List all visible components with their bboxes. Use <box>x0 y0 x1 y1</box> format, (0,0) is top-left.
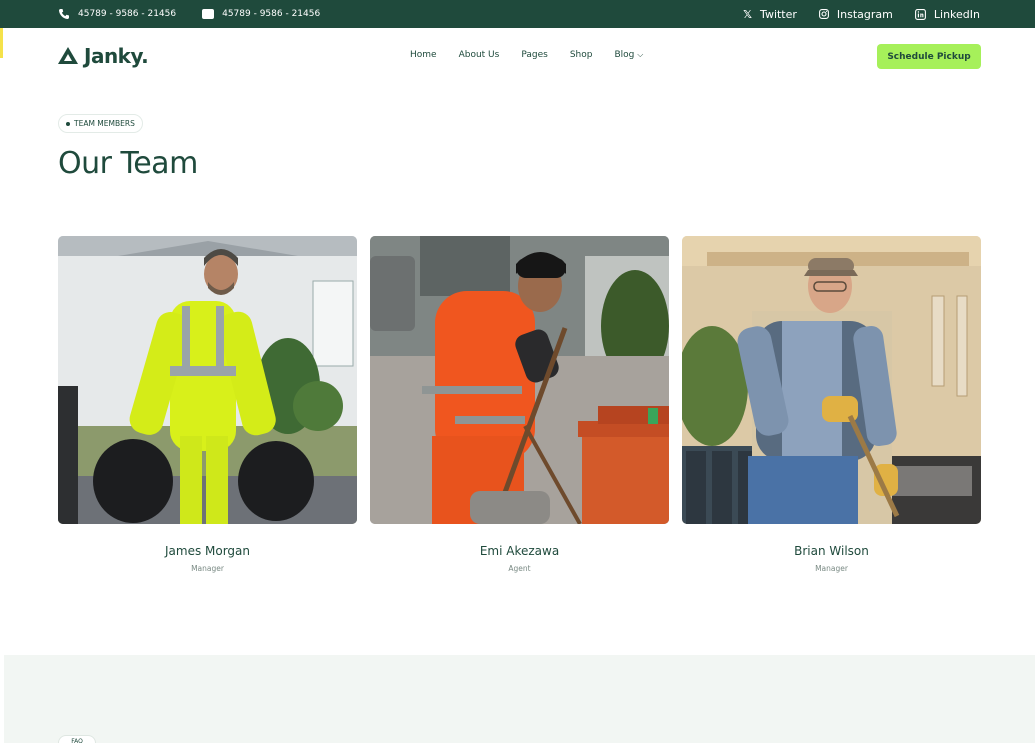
next-section-band <box>4 655 1035 743</box>
phone-contact[interactable]: 45789 - 9586 - 21456 <box>58 8 176 20</box>
badge-dot-icon <box>66 121 70 126</box>
nav-home[interactable]: Home <box>410 50 437 60</box>
logo[interactable]: Janky. <box>58 44 149 68</box>
message-icon <box>202 9 215 19</box>
logo-text: Janky. <box>84 44 149 68</box>
x-icon: 𝕏 <box>743 7 753 21</box>
team-photo <box>58 236 357 524</box>
member-name: James Morgan <box>164 544 251 558</box>
nav-shop[interactable]: Shop <box>570 50 593 60</box>
message-number: 45789 - 9586 - 21456 <box>222 9 321 19</box>
next-section-badge: FAQ <box>58 735 96 743</box>
member-role: Agent <box>508 564 531 573</box>
message-contact[interactable]: 45789 - 9586 - 21456 <box>202 9 320 19</box>
badge-label: TEAM MEMBERS <box>74 119 135 128</box>
page-title: Our Team <box>58 146 198 181</box>
chevron-down-icon: ⌵ <box>637 50 644 59</box>
nav-blog[interactable]: Blog ⌵ <box>614 50 643 60</box>
schedule-pickup-button[interactable]: Schedule Pickup <box>877 44 981 69</box>
team-card[interactable]: James Morgan Manager <box>58 236 357 573</box>
instagram-link[interactable]: Instagram <box>818 7 893 21</box>
twitter-label: Twitter <box>760 7 797 21</box>
phone-icon <box>59 9 69 19</box>
section-badge: TEAM MEMBERS <box>58 114 143 133</box>
member-role: Manager <box>815 564 848 573</box>
team-card[interactable]: Emi Akezawa Agent <box>370 236 669 573</box>
instagram-label: Instagram <box>836 7 893 21</box>
team-photo <box>370 236 669 524</box>
team-card[interactable]: Brian Wilson Manager <box>682 236 981 573</box>
logo-icon <box>58 47 78 64</box>
member-role: Manager <box>191 564 224 573</box>
site-header: Janky. Home About Us Pages Shop Blog ⌵ S… <box>0 28 1035 86</box>
nav-about-us[interactable]: About Us <box>459 50 500 60</box>
member-name: Brian Wilson <box>794 544 869 558</box>
top-bar: 45789 - 9586 - 21456 45789 - 9586 - 2145… <box>0 0 1035 28</box>
linkedin-label: LinkedIn <box>933 7 980 21</box>
nav-blog-label: Blog <box>614 50 635 60</box>
linkedin-icon <box>914 8 926 20</box>
phone-number: 45789 - 9586 - 21456 <box>78 9 177 19</box>
linkedin-link[interactable]: LinkedIn <box>914 7 980 21</box>
twitter-link[interactable]: 𝕏 Twitter <box>743 8 797 21</box>
team-photo <box>682 236 981 524</box>
main-nav: Home About Us Pages Shop Blog ⌵ <box>410 50 643 60</box>
member-name: Emi Akezawa <box>479 544 560 558</box>
instagram-icon <box>818 9 829 19</box>
nav-pages[interactable]: Pages <box>521 50 547 60</box>
